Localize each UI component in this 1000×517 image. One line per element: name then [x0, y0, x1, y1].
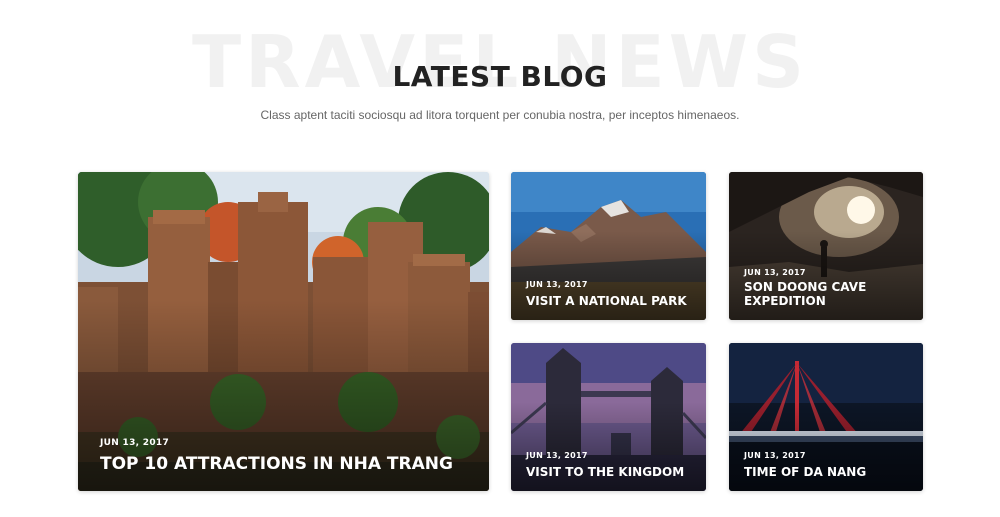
post-date: JUN 13, 2017	[526, 451, 588, 460]
post-date: JUN 13, 2017	[100, 438, 170, 448]
section-subtitle: Class aptent taciti sociosqu ad litora t…	[260, 108, 740, 122]
post-date: JUN 13, 2017	[526, 280, 588, 289]
blog-card-featured[interactable]: JUN 13, 2017 TOP 10 ATTRACTIONS IN NHA T…	[78, 172, 489, 491]
blog-card-kingdom[interactable]: JUN 13, 2017 VISIT TO THE KINGDOM	[511, 343, 706, 491]
post-title[interactable]: VISIT TO THE KINGDOM	[526, 465, 694, 479]
blog-card-da-nang[interactable]: JUN 13, 2017 TIME OF DA NANG	[729, 343, 923, 491]
blog-card-cave[interactable]: JUN 13, 2017 SON DOONG CAVE EXPEDITION	[729, 172, 923, 320]
blog-card-national-park[interactable]: JUN 13, 2017 VISIT A NATIONAL PARK	[511, 172, 706, 320]
post-title[interactable]: VISIT A NATIONAL PARK	[526, 294, 694, 308]
post-title[interactable]: TIME OF DA NANG	[744, 465, 911, 479]
post-title[interactable]: TOP 10 ATTRACTIONS IN NHA TRANG	[100, 454, 477, 474]
post-title[interactable]: SON DOONG CAVE EXPEDITION	[744, 280, 911, 308]
post-date: JUN 13, 2017	[744, 451, 806, 460]
section-title: LATEST BLOG	[392, 60, 608, 93]
post-date: JUN 13, 2017	[744, 268, 806, 277]
